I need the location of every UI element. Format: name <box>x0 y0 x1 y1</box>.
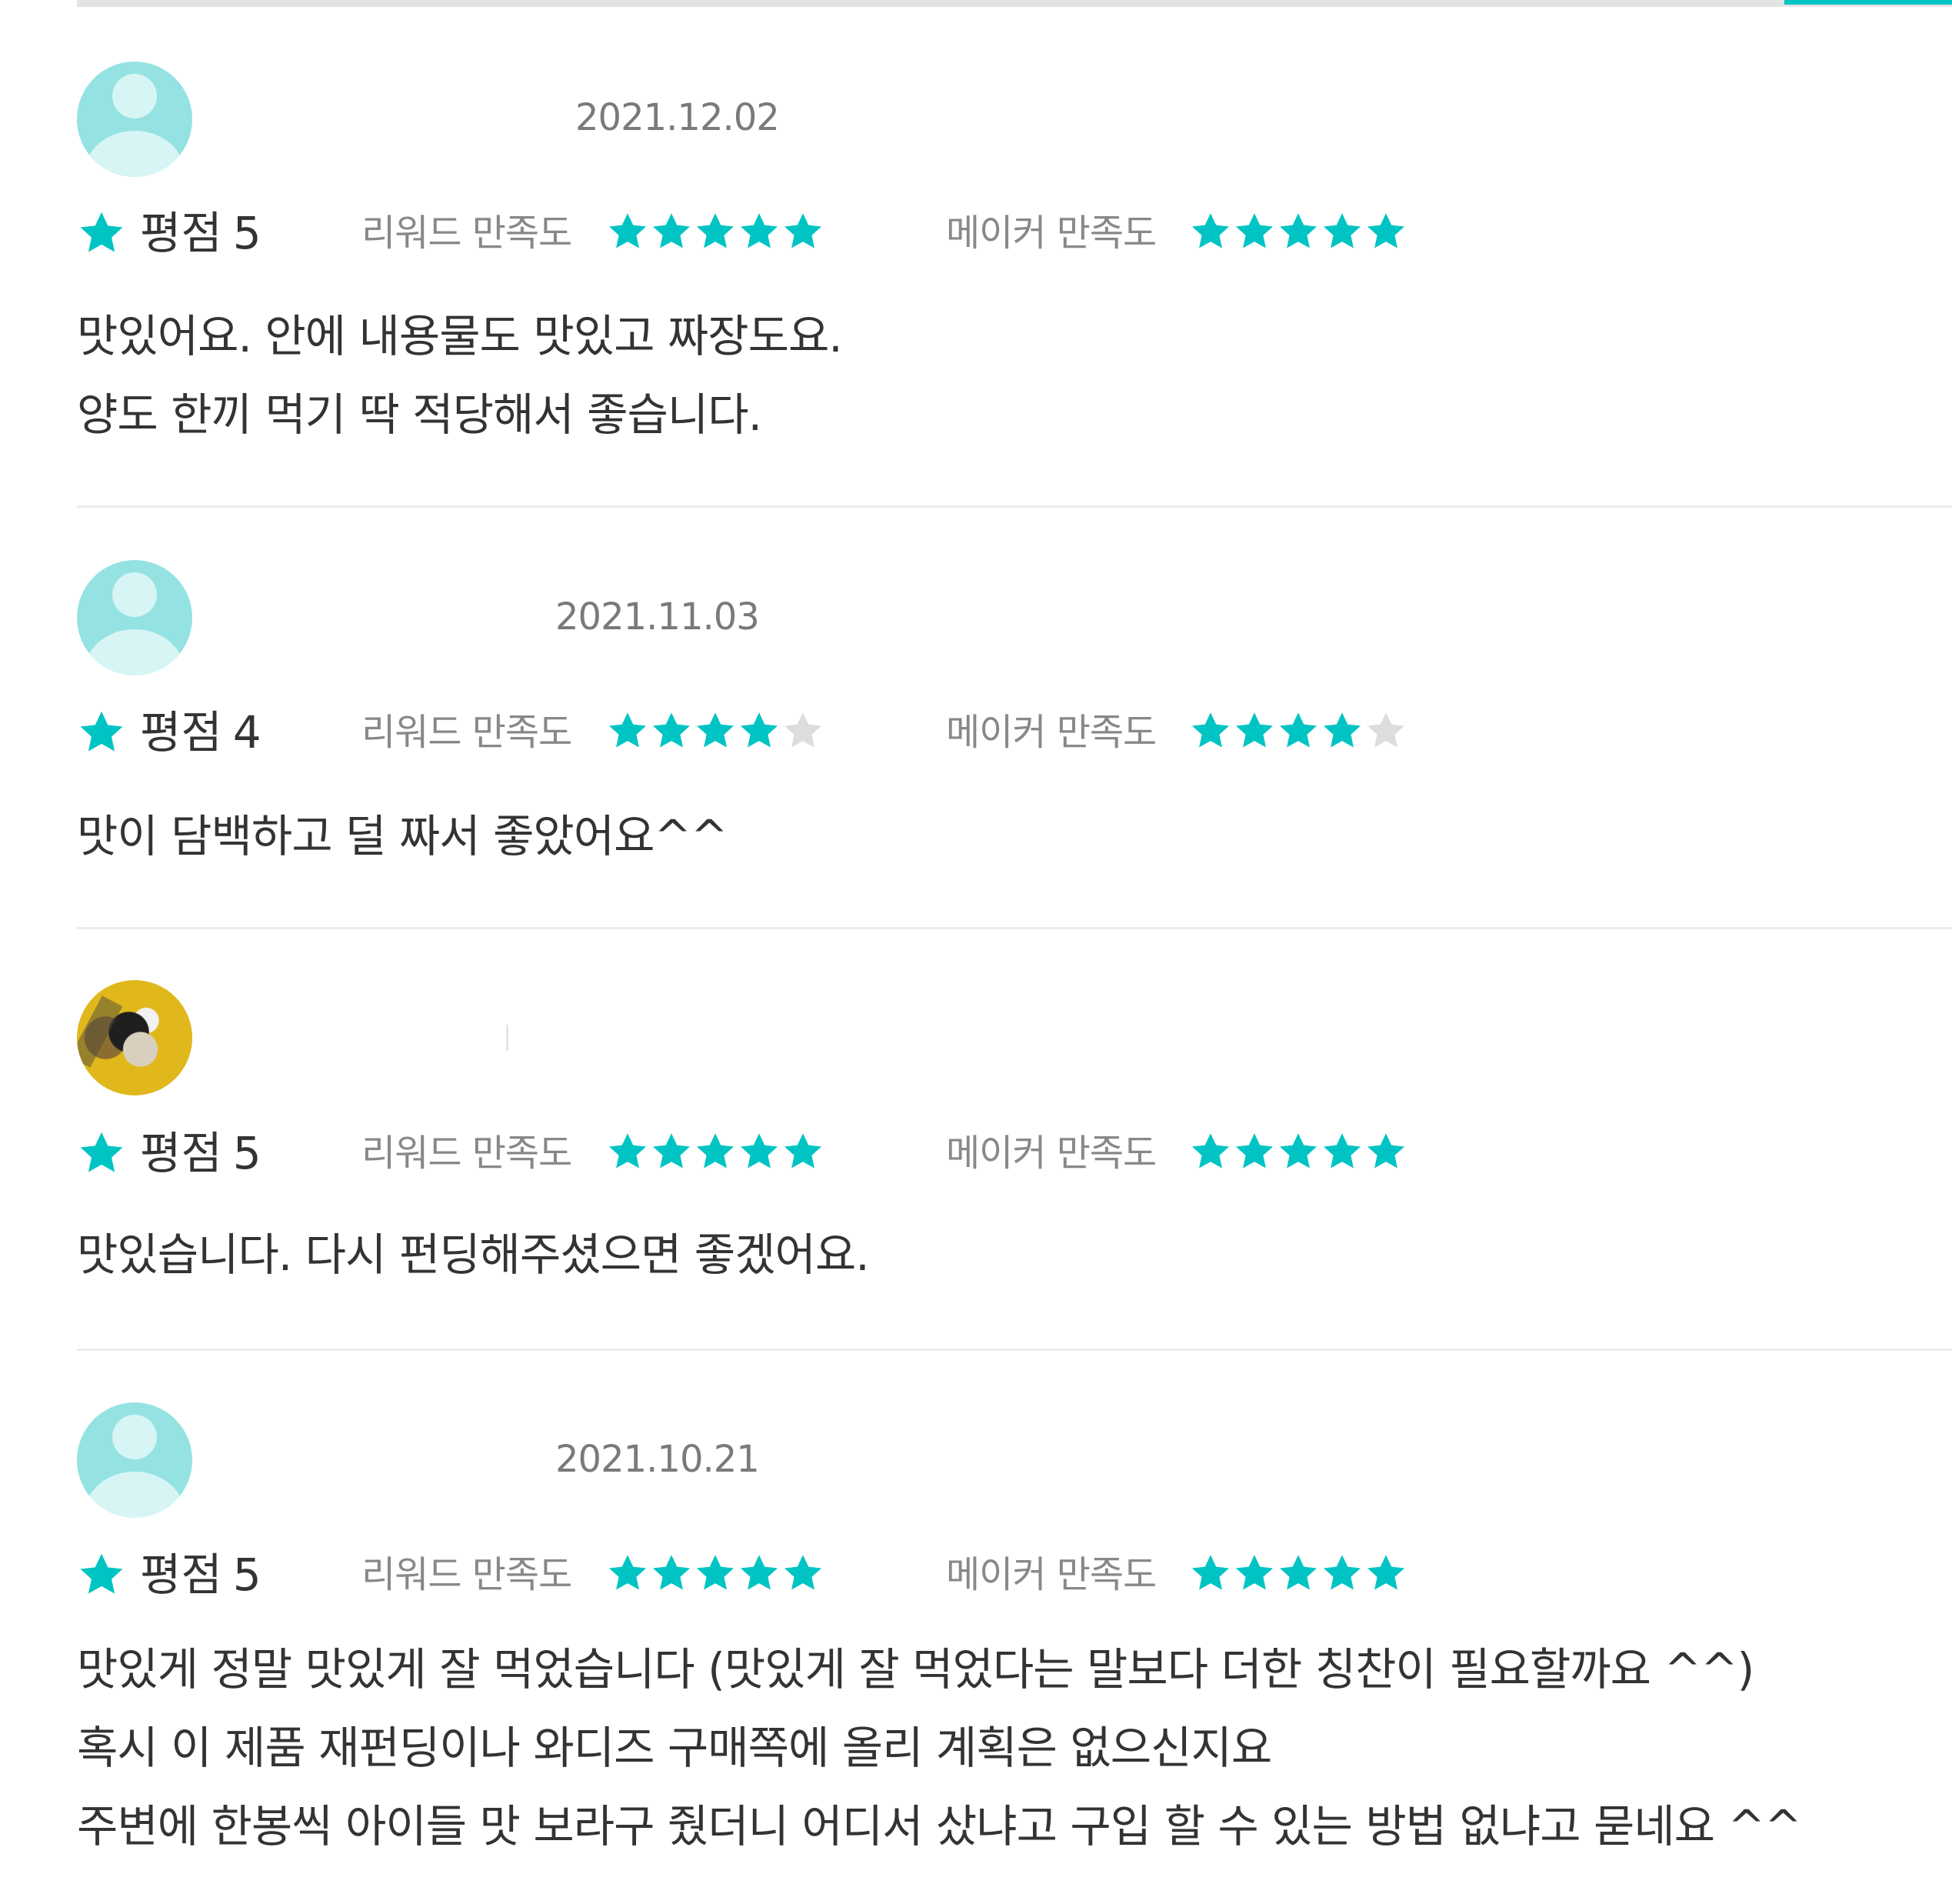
review-line: 맛이 담백하고 덜 짜서 좋았어요^^ <box>77 810 728 862</box>
review-content: 맛있어요. 안에 내용물도 맛있고 짜장도요. 양도 한끼 먹기 딱 적당해서 … <box>77 297 843 454</box>
review-line: 양도 한끼 먹기 딱 적당해서 좋습니다. <box>77 388 762 441</box>
review-item: 2021.10.21 평점 5 리워드 만족도 메이커 만족도 맛있게 정말 맛있… <box>77 1351 1952 1904</box>
review-item: 평점 5 리워드 만족도 메이커 만족도 맛있습니다. 다시 펀딩해주셨으면 좋겠… <box>77 929 1952 1351</box>
star-filled-icon <box>1191 1133 1230 1169</box>
review-date: 2021.11.03 <box>555 595 760 639</box>
rating-value: 5 <box>232 207 261 259</box>
star-filled-icon <box>1235 1133 1274 1169</box>
maker-stars <box>1189 1552 1408 1598</box>
rating-star-icon <box>80 1132 123 1172</box>
rating-value: 4 <box>232 706 261 759</box>
star-filled-icon <box>740 712 778 748</box>
reward-satisfaction-label: 리워드 만족도 <box>361 1553 572 1596</box>
star-filled-icon <box>1279 1555 1317 1590</box>
star-filled-icon <box>1279 712 1317 748</box>
star-filled-icon <box>1323 1133 1361 1169</box>
maker-satisfaction-label: 메이커 만족도 <box>946 212 1157 255</box>
review-content: 맛있습니다. 다시 펀딩해주셨으면 좋겠어요. <box>77 1215 870 1294</box>
star-filled-icon <box>696 1555 734 1590</box>
review-line: 맛있게 정말 맛있게 잘 먹었습니다 (맛있게 잘 먹었다는 말보다 더한 칭찬… <box>77 1643 1754 1696</box>
maker-satisfaction-label: 메이커 만족도 <box>946 711 1157 754</box>
user-photo-avatar <box>77 980 192 1095</box>
maker-satisfaction-label: 메이커 만족도 <box>946 1553 1157 1596</box>
star-filled-icon <box>1235 213 1274 248</box>
review-line: 혹시 이 제품 재펀딩이나 와디즈 구매쪽에 올리 계획은 없으신지요 <box>77 1722 1272 1774</box>
star-filled-icon <box>740 213 778 248</box>
rating-value: 5 <box>232 1549 261 1601</box>
review-item: 2021.12.02 평점 5 리워드 만족도 메이커 만족도 맛있어요. 안에 … <box>77 0 1952 508</box>
star-filled-icon <box>1235 1555 1274 1590</box>
star-filled-icon <box>784 1555 822 1590</box>
rating-label: 평점 <box>140 1549 222 1601</box>
review-line: 맛있습니다. 다시 펀딩해주셨으면 좋겠어요. <box>77 1229 870 1281</box>
star-filled-icon <box>652 1555 691 1590</box>
rating-label: 평점 <box>140 706 222 759</box>
rating-star-icon <box>80 1553 123 1594</box>
reward-satisfaction-label: 리워드 만족도 <box>361 1132 572 1175</box>
star-filled-icon <box>1367 1555 1405 1590</box>
rating-label: 평점 <box>140 207 222 259</box>
star-filled-icon <box>1279 213 1317 248</box>
review-content: 맛있게 정말 맛있게 잘 먹었습니다 (맛있게 잘 먹었다는 말보다 더한 칭찬… <box>77 1630 1802 1866</box>
maker-stars <box>1189 1130 1408 1176</box>
review-line: 맛있어요. 안에 내용물도 맛있고 짜장도요. <box>77 310 843 362</box>
maker-satisfaction-label: 메이커 만족도 <box>946 1132 1157 1175</box>
rating-star-icon <box>80 711 123 752</box>
reward-stars <box>606 1130 825 1176</box>
star-filled-icon <box>608 1133 647 1169</box>
star-filled-icon <box>652 213 691 248</box>
rating-label: 평점 <box>140 1127 222 1179</box>
default-avatar-icon <box>77 1402 192 1518</box>
star-filled-icon <box>608 1555 647 1590</box>
rating-row: 평점 5 리워드 만족도 메이커 만족도 <box>77 1544 1538 1606</box>
review-line: 주변에 한봉씩 아이들 맛 보라구 줬더니 어디서 샀냐고 구입 할 수 있는 … <box>77 1800 1802 1852</box>
reward-satisfaction-label: 리워드 만족도 <box>361 212 572 255</box>
reward-stars <box>606 709 825 755</box>
reward-stars <box>606 210 825 256</box>
reward-stars <box>606 1552 825 1598</box>
star-filled-icon <box>784 213 822 248</box>
star-filled-icon <box>652 1133 691 1169</box>
star-filled-icon <box>1279 1133 1317 1169</box>
maker-stars <box>1189 210 1408 256</box>
default-avatar-icon <box>77 62 192 177</box>
star-filled-icon <box>1191 712 1230 748</box>
reward-satisfaction-label: 리워드 만족도 <box>361 711 572 754</box>
star-filled-icon <box>608 712 647 748</box>
review-item: 2021.11.03 평점 4 리워드 만족도 메이커 만족도 맛이 담백하고 덜… <box>77 508 1952 929</box>
default-avatar-icon <box>77 560 192 675</box>
star-filled-icon <box>1191 213 1230 248</box>
star-filled-icon <box>1323 213 1361 248</box>
star-filled-icon <box>1323 1555 1361 1590</box>
rating-row: 평점 4 리워드 만족도 메이커 만족도 <box>77 702 1538 763</box>
name-separator <box>506 1025 508 1051</box>
star-filled-icon <box>1235 712 1274 748</box>
star-filled-icon <box>696 213 734 248</box>
star-filled-icon <box>1367 213 1405 248</box>
rating-value: 5 <box>232 1127 261 1179</box>
star-filled-icon <box>1367 1133 1405 1169</box>
star-filled-icon <box>652 712 691 748</box>
star-empty-icon <box>784 712 822 748</box>
star-filled-icon <box>1323 712 1361 748</box>
review-date: 2021.12.02 <box>575 96 780 139</box>
review-content: 맛이 담백하고 덜 짜서 좋았어요^^ <box>77 797 728 875</box>
star-filled-icon <box>784 1133 822 1169</box>
star-filled-icon <box>1191 1555 1230 1590</box>
review-date: 2021.10.21 <box>555 1438 760 1481</box>
star-filled-icon <box>740 1555 778 1590</box>
maker-stars <box>1189 709 1408 755</box>
star-filled-icon <box>696 1133 734 1169</box>
rating-row: 평점 5 리워드 만족도 메이커 만족도 <box>77 202 1538 264</box>
star-filled-icon <box>740 1133 778 1169</box>
rating-star-icon <box>80 212 123 252</box>
star-empty-icon <box>1367 712 1405 748</box>
star-filled-icon <box>696 712 734 748</box>
star-filled-icon <box>608 213 647 248</box>
rating-row: 평점 5 리워드 만족도 메이커 만족도 <box>77 1122 1538 1184</box>
